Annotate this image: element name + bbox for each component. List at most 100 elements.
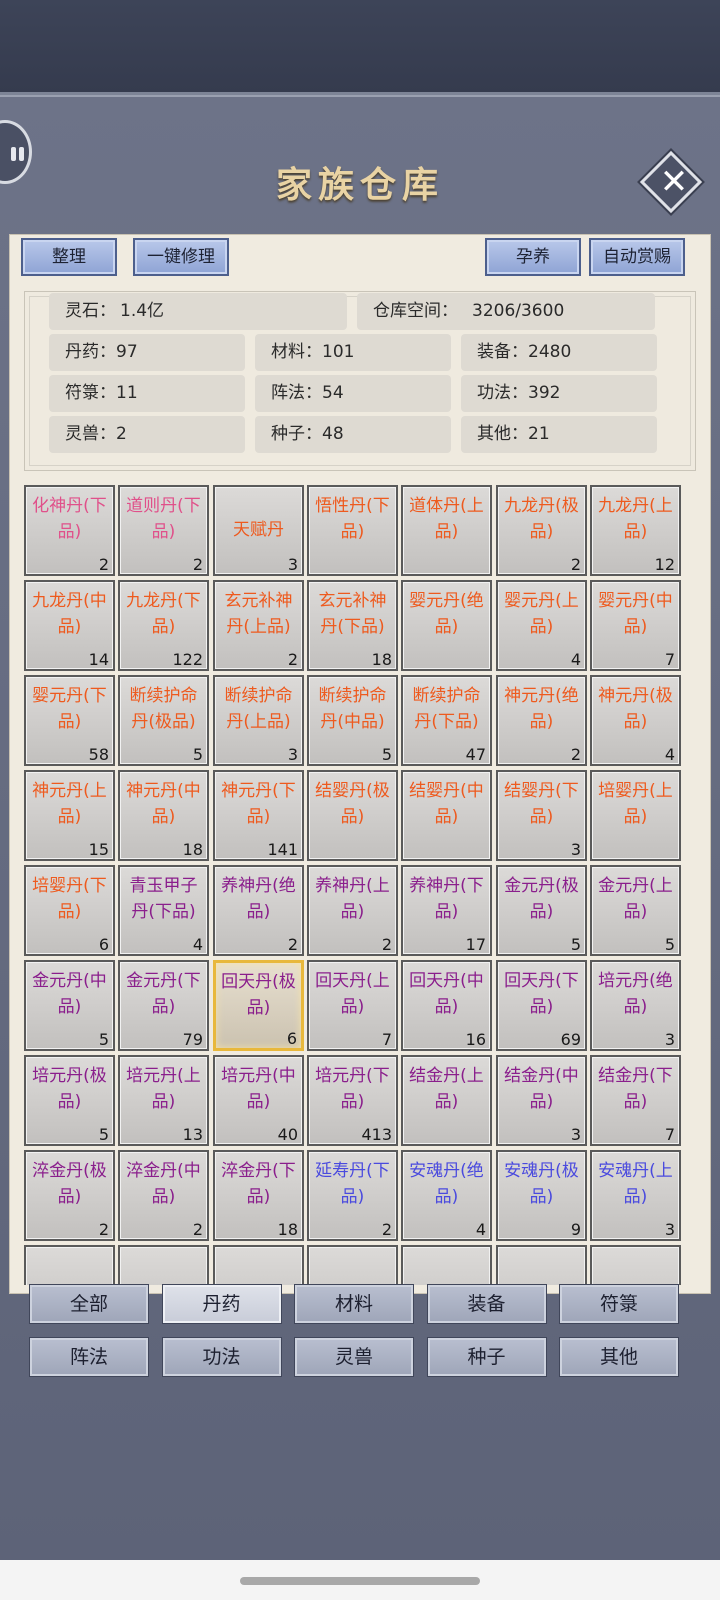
- item-slot[interactable]: 安魂丹(上品) 3: [590, 1150, 681, 1241]
- stat-storage-space: 仓库空间： 3206/3600: [357, 293, 655, 330]
- item-slot[interactable]: 婴元丹(中品) 7: [590, 580, 681, 671]
- auto-reward-button[interactable]: 自动赏赐: [589, 238, 685, 276]
- tab-category[interactable]: 装备: [426, 1284, 547, 1324]
- item-name: 玄元补神丹(下品): [318, 591, 387, 637]
- item-slot[interactable]: 金元丹(上品) 5: [590, 865, 681, 956]
- item-slot[interactable]: 培婴丹(下品) 6: [24, 865, 115, 956]
- item-slot[interactable]: 回天丹(上品) 7: [307, 960, 398, 1051]
- tab-category[interactable]: 材料: [294, 1284, 414, 1324]
- item-slot[interactable]: 天赋丹 3: [213, 485, 304, 576]
- item-slot[interactable]: 淬金丹(下品) 18: [213, 1150, 304, 1241]
- item-slot[interactable]: 婴元丹(下品) 58: [24, 675, 115, 766]
- item-slot[interactable]: 结金丹(下品) 7: [590, 1055, 681, 1146]
- tab-category[interactable]: 功法: [161, 1337, 282, 1377]
- item-slot[interactable]: 玄元补神丹(上品) 2: [213, 580, 304, 671]
- item-slot[interactable]: 婴元丹(绝品): [401, 580, 492, 671]
- item-name: 培婴丹(下品): [32, 876, 107, 922]
- item-slot[interactable]: 断续护命丹(中品) 5: [307, 675, 398, 766]
- repair-all-button[interactable]: 一键修理: [133, 238, 229, 276]
- item-slot[interactable]: [590, 1245, 681, 1285]
- item-count: 7: [664, 650, 675, 669]
- item-slot[interactable]: 金元丹(极品) 5: [496, 865, 587, 956]
- item-slot[interactable]: 断续护命丹(上品) 3: [213, 675, 304, 766]
- item-slot[interactable]: 道则丹(下品) 2: [118, 485, 209, 576]
- item-slot[interactable]: 断续护命丹(极品) 5: [118, 675, 209, 766]
- item-count: 69: [560, 1030, 581, 1049]
- item-slot[interactable]: 延寿丹(下品) 2: [307, 1150, 398, 1241]
- item-slot[interactable]: 结金丹(上品): [401, 1055, 492, 1146]
- item-slot[interactable]: 化神丹(下品) 2: [24, 485, 115, 576]
- item-slot[interactable]: 九龙丹(中品) 14: [24, 580, 115, 671]
- tab-category[interactable]: 阵法: [29, 1337, 149, 1377]
- item-slot[interactable]: 养神丹(绝品) 2: [213, 865, 304, 956]
- item-slot[interactable]: [496, 1245, 587, 1285]
- item-count: 5: [664, 935, 675, 954]
- item-slot[interactable]: 九龙丹(上品) 12: [590, 485, 681, 576]
- item-count: 413: [361, 1125, 392, 1144]
- item-slot[interactable]: 安魂丹(极品) 9: [496, 1150, 587, 1241]
- item-slot[interactable]: 婴元丹(上品) 4: [496, 580, 587, 671]
- item-slot[interactable]: [24, 1245, 115, 1285]
- tab-category[interactable]: 全部: [29, 1284, 149, 1324]
- item-name: 淬金丹(中品): [126, 1161, 201, 1207]
- tab-category[interactable]: 种子: [426, 1337, 547, 1377]
- item-slot[interactable]: [213, 1245, 304, 1285]
- item-slot[interactable]: 青玉甲子丹(下品) 4: [118, 865, 209, 956]
- item-count: 79: [182, 1030, 203, 1049]
- item-slot[interactable]: 结金丹(中品) 3: [496, 1055, 587, 1146]
- item-count: 4: [475, 1220, 486, 1239]
- item-slot[interactable]: 养神丹(上品) 2: [307, 865, 398, 956]
- item-slot[interactable]: 培元丹(上品) 13: [118, 1055, 209, 1146]
- item-count: 2: [570, 555, 581, 574]
- item-name: 神元丹(绝品): [504, 686, 579, 732]
- item-slot[interactable]: 培婴丹(上品): [590, 770, 681, 861]
- item-name: 道则丹(下品): [126, 496, 201, 542]
- item-slot[interactable]: 神元丹(极品) 4: [590, 675, 681, 766]
- item-slot[interactable]: 淬金丹(中品) 2: [118, 1150, 209, 1241]
- item-slot[interactable]: 悟性丹(下品): [307, 485, 398, 576]
- home-indicator[interactable]: [240, 1577, 480, 1585]
- item-slot[interactable]: 九龙丹(下品) 122: [118, 580, 209, 671]
- sort-button[interactable]: 整理: [21, 238, 117, 276]
- item-slot[interactable]: 道体丹(上品): [401, 485, 492, 576]
- item-count: 5: [98, 1030, 109, 1049]
- item-slot[interactable]: 养神丹(下品) 17: [401, 865, 492, 956]
- tab-category[interactable]: 其他: [559, 1337, 679, 1377]
- item-slot[interactable]: 培元丹(中品) 40: [213, 1055, 304, 1146]
- item-slot[interactable]: 回天丹(极品) 6: [213, 960, 304, 1051]
- item-count: 40: [277, 1125, 298, 1144]
- nurture-button[interactable]: 孕养: [485, 238, 581, 276]
- item-count: 6: [286, 1029, 297, 1048]
- item-slot[interactable]: [118, 1245, 209, 1285]
- item-slot[interactable]: 断续护命丹(下品) 47: [401, 675, 492, 766]
- item-slot[interactable]: 安魂丹(绝品) 4: [401, 1150, 492, 1241]
- tab-category[interactable]: 符箓: [559, 1284, 679, 1324]
- item-count: 18: [277, 1220, 298, 1239]
- item-slot[interactable]: 神元丹(绝品) 2: [496, 675, 587, 766]
- item-slot[interactable]: [401, 1245, 492, 1285]
- item-slot[interactable]: 神元丹(上品) 15: [24, 770, 115, 861]
- item-slot[interactable]: 培元丹(极品) 5: [24, 1055, 115, 1146]
- item-slot[interactable]: 神元丹(下品) 141: [213, 770, 304, 861]
- item-slot[interactable]: 玄元补神丹(下品) 18: [307, 580, 398, 671]
- item-slot[interactable]: 回天丹(中品) 16: [401, 960, 492, 1051]
- item-slot[interactable]: 淬金丹(极品) 2: [24, 1150, 115, 1241]
- item-name: 玄元补神丹(上品): [224, 591, 293, 637]
- item-slot[interactable]: 回天丹(下品) 69: [496, 960, 587, 1051]
- close-icon[interactable]: ✕: [652, 160, 696, 204]
- item-slot[interactable]: 结婴丹(极品): [307, 770, 398, 861]
- stat-pills: 丹药：97: [49, 334, 245, 371]
- item-name: 结婴丹(极品): [315, 781, 390, 827]
- tab-category[interactable]: 丹药: [161, 1284, 282, 1324]
- item-slot[interactable]: 培元丹(绝品) 3: [590, 960, 681, 1051]
- item-slot[interactable]: 培元丹(下品) 413: [307, 1055, 398, 1146]
- item-slot[interactable]: 金元丹(下品) 79: [118, 960, 209, 1051]
- tab-category[interactable]: 灵兽: [294, 1337, 414, 1377]
- item-slot[interactable]: 九龙丹(极品) 2: [496, 485, 587, 576]
- item-count: 3: [287, 745, 298, 764]
- item-slot[interactable]: 结婴丹(中品): [401, 770, 492, 861]
- item-slot[interactable]: 金元丹(中品) 5: [24, 960, 115, 1051]
- item-slot[interactable]: 神元丹(中品) 18: [118, 770, 209, 861]
- item-slot[interactable]: [307, 1245, 398, 1285]
- item-slot[interactable]: 结婴丹(下品) 3: [496, 770, 587, 861]
